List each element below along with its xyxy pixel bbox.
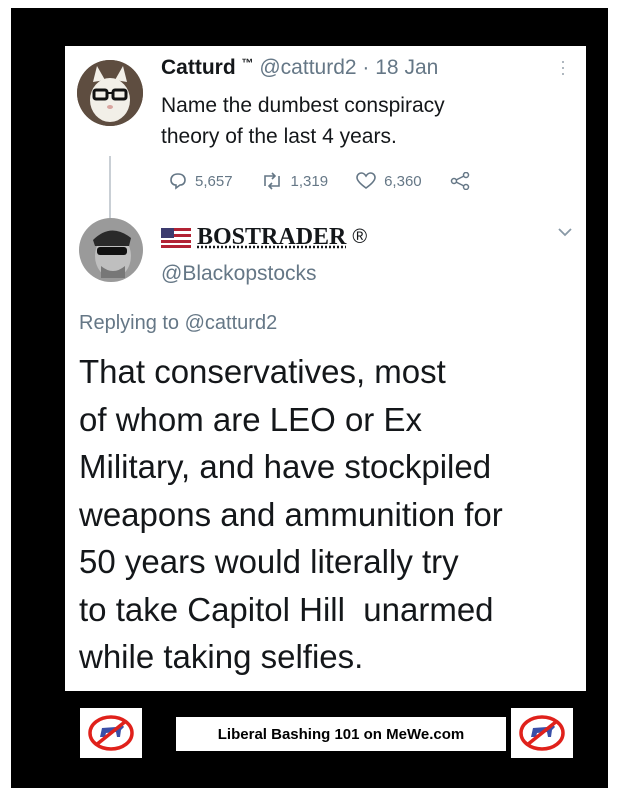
poster-frame: Catturd ™ @catturd2 · 18 Jan · · · Name th… — [11, 8, 608, 788]
reply-text-line: to take Capitol Hill unarmed — [79, 590, 494, 628]
tweet-text-line: theory of the last 4 years. — [161, 125, 397, 148]
tweet-text-line: Name the dumbest conspiracy — [161, 94, 445, 117]
registered-mark: ® — [352, 226, 368, 248]
tweet-text: Name the dumbest conspiracy theory of th… — [161, 90, 445, 152]
share-icon — [450, 172, 469, 190]
trademark-symbol: ™ — [241, 56, 254, 70]
replying-to-handle[interactable]: @catturd2 — [185, 312, 278, 334]
tweet-date[interactable]: 18 Jan — [375, 56, 438, 79]
tweet-card: Catturd ™ @catturd2 · 18 Jan · · · Name th… — [65, 46, 586, 691]
reply-text-line: That conservatives, most — [79, 353, 446, 390]
tweet-author-name[interactable]: Catturd — [161, 56, 236, 79]
reply-count: 5,657 — [195, 172, 233, 190]
share-action[interactable] — [450, 172, 470, 190]
retweet-count: 1,319 — [290, 172, 329, 190]
retweet-action[interactable]: 1,319 — [261, 172, 329, 190]
bostrader-avatar[interactable] — [79, 218, 143, 282]
mewe-banner[interactable]: Liberal Bashing 101 on MeWe.com — [176, 717, 506, 751]
reply-author-row: BOSTRADER ® — [161, 224, 367, 251]
replying-prefix: Replying to — [79, 312, 180, 334]
vertical-dots-icon[interactable]: · · · — [560, 52, 566, 82]
us-flag-icon — [161, 227, 191, 248]
tweet-actions: 5,657 1,319 6,360 — [169, 168, 529, 194]
reply-text-line: while taking selfies. — [79, 638, 364, 675]
reply-text-line: of whom are LEO or Ex — [79, 400, 422, 438]
reply-text-line: Military, and have stockpiled — [79, 448, 492, 485]
no-donkey-icon — [80, 708, 142, 758]
reply-action[interactable]: 5,657 — [169, 172, 233, 190]
reply-text-line: 50 years would literally try — [79, 543, 459, 580]
chevron-down-icon[interactable] — [556, 226, 574, 238]
like-action[interactable]: 6,360 — [356, 172, 422, 190]
retweet-icon — [263, 172, 280, 190]
heart-icon — [356, 172, 376, 189]
reply-handle[interactable]: @Blackopstocks — [161, 262, 317, 286]
dot-separator: · — [362, 56, 370, 79]
reply-author-name[interactable]: BOSTRADER — [197, 224, 346, 251]
catturd-avatar[interactable] — [77, 60, 143, 126]
no-donkey-icon — [511, 708, 573, 758]
reply-text-line: weapons and ammunition for — [79, 495, 503, 533]
replying-to-line: Replying to @catturd2 — [79, 312, 277, 335]
tweet-handle[interactable]: @catturd2 — [259, 56, 356, 79]
reply-text: That conservatives, most of whom are LEO… — [79, 348, 503, 681]
reply-icon — [170, 173, 186, 190]
like-count: 6,360 — [384, 172, 422, 190]
tweet-author-row: Catturd ™ @catturd2 · 18 Jan — [161, 56, 438, 80]
